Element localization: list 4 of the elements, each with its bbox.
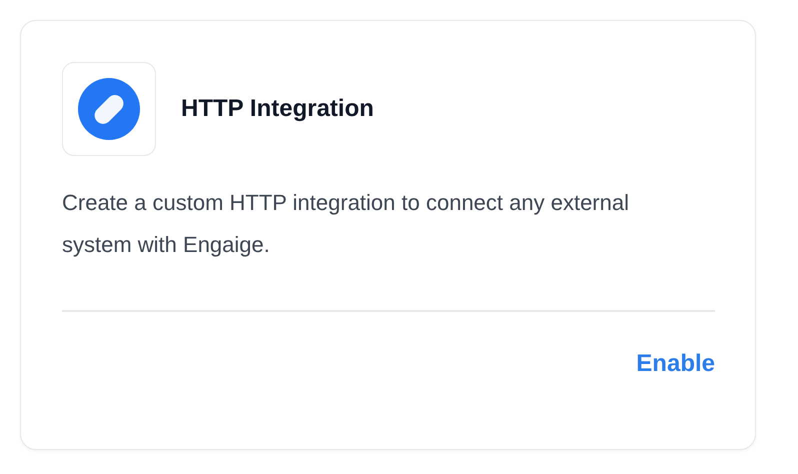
integration-icon xyxy=(62,62,156,156)
card-description: Create a custom HTTP integration to connect any external system with Engaige. xyxy=(62,189,630,259)
card-title: HTTP Integration xyxy=(181,95,374,123)
enable-button[interactable]: Enable xyxy=(636,350,715,378)
